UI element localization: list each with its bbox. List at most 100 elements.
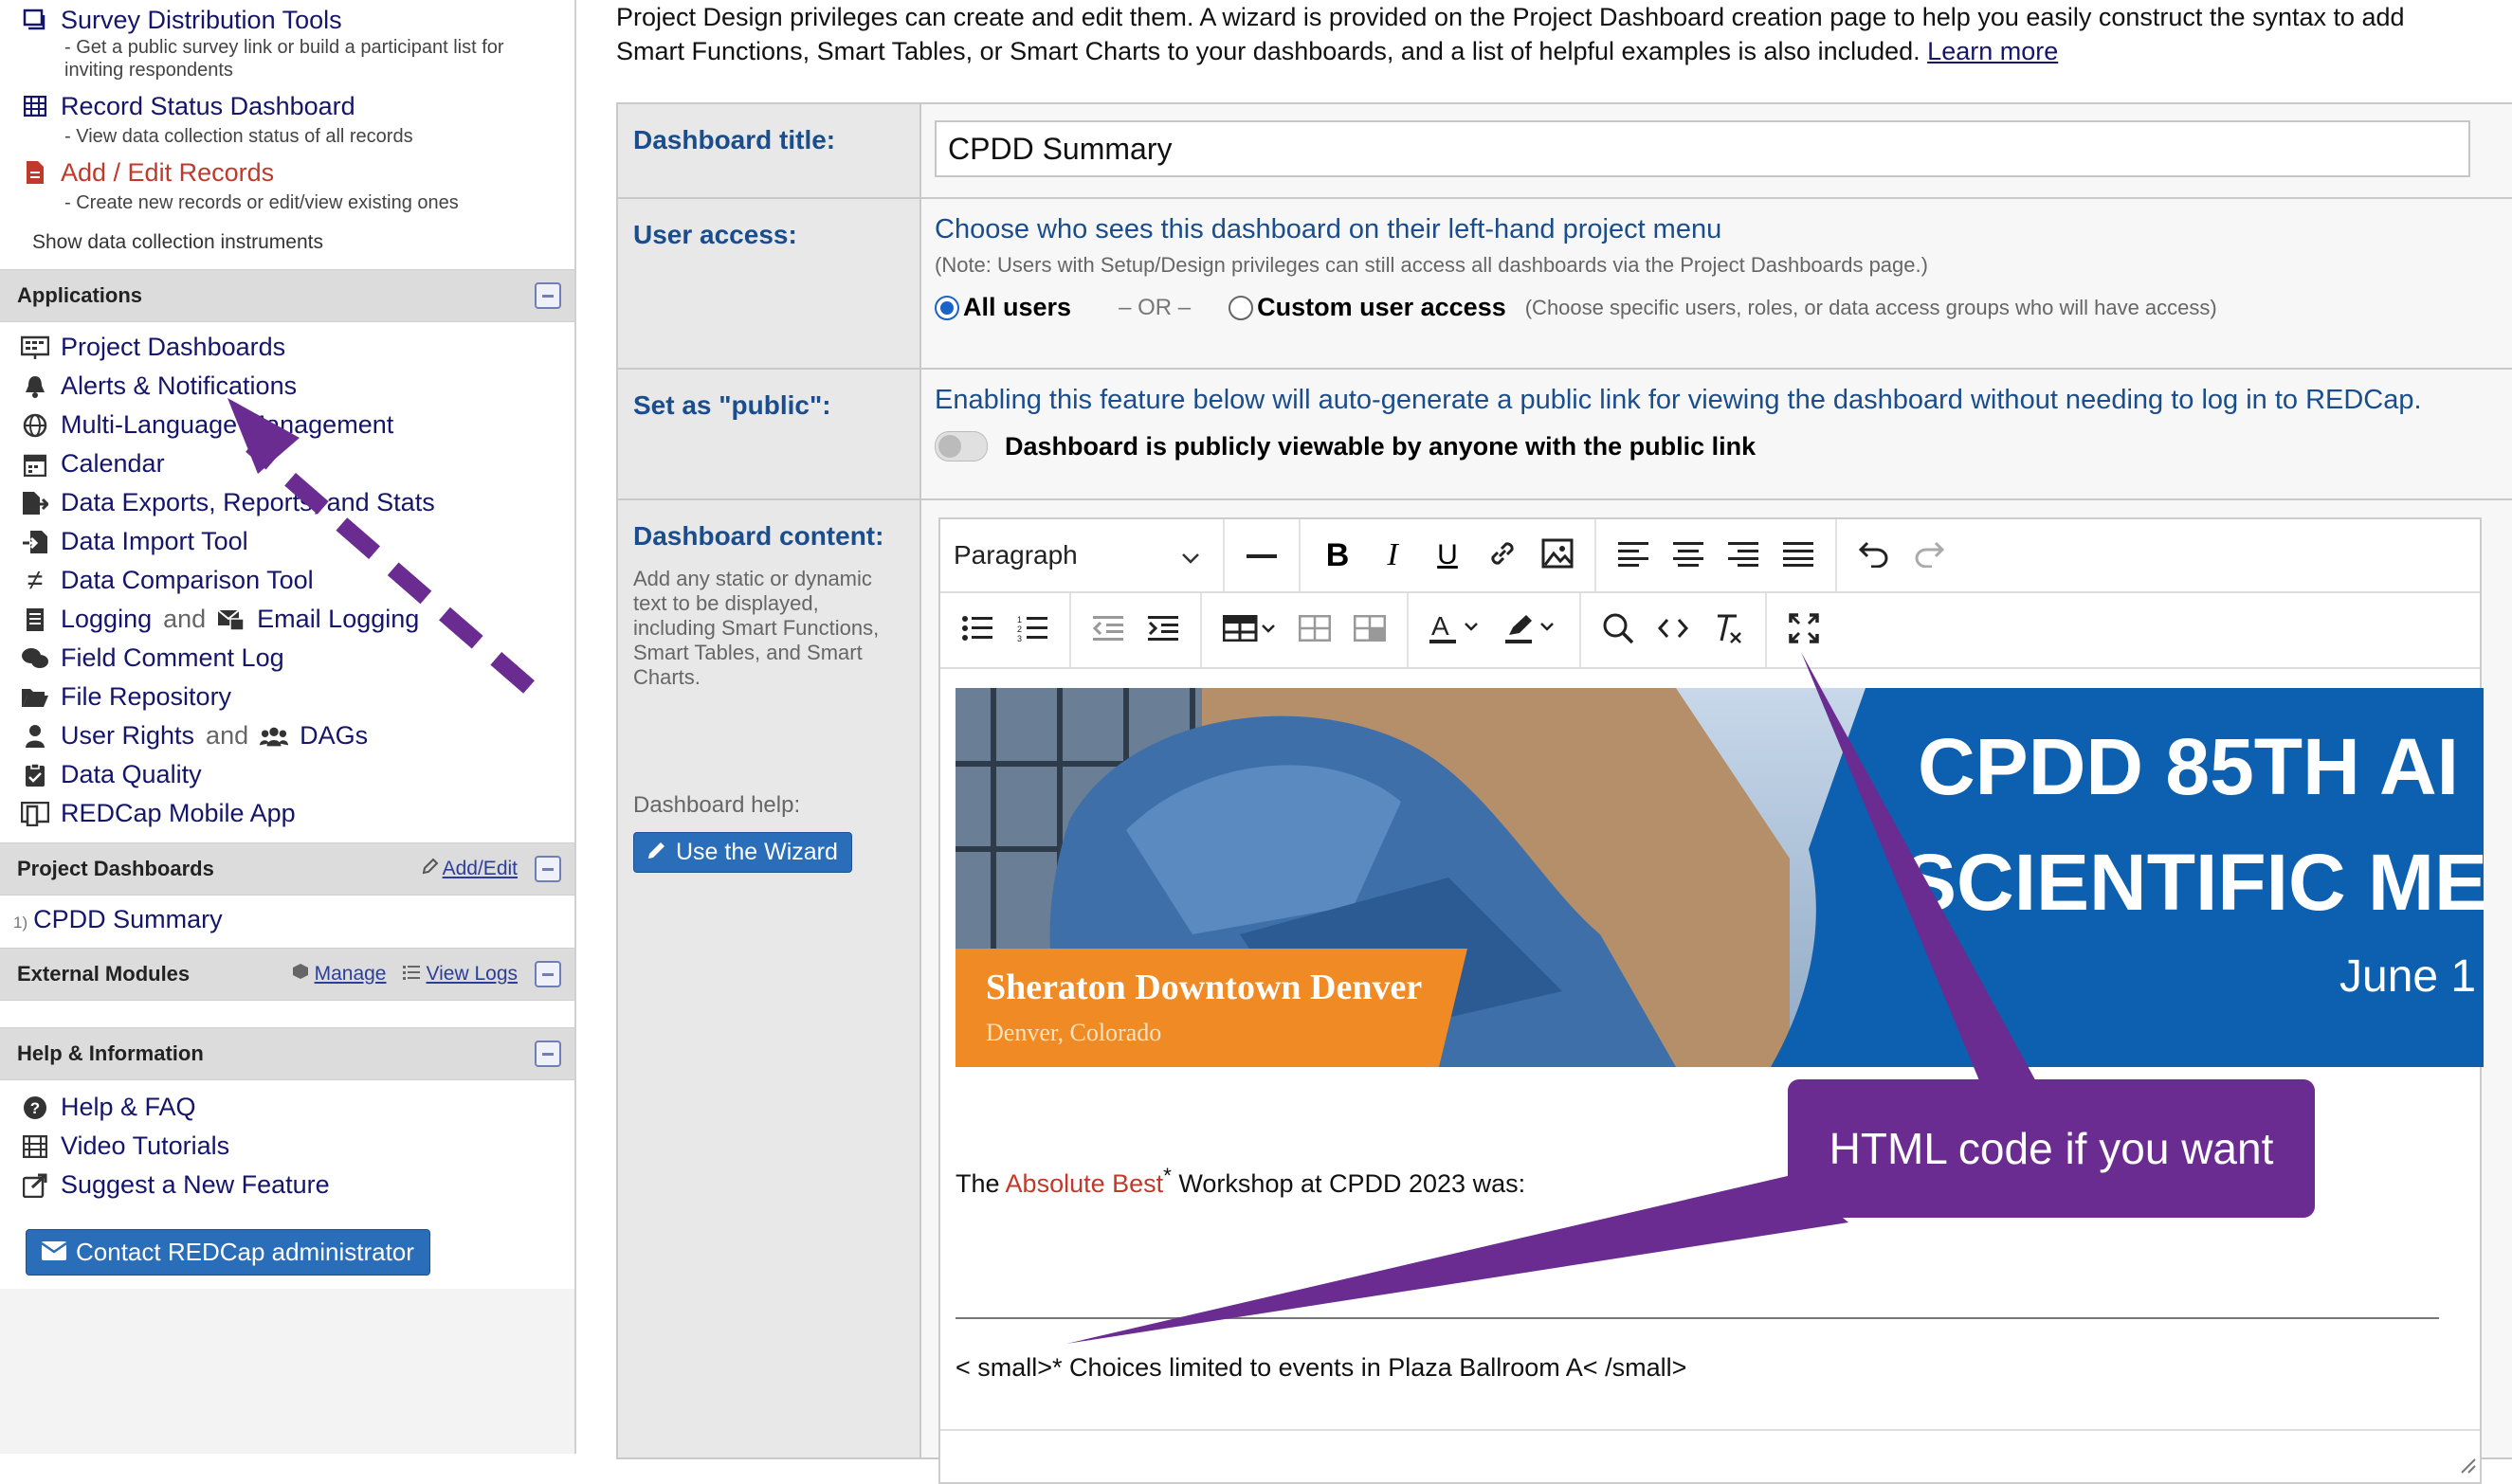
clear-formatting-button[interactable]	[1701, 603, 1756, 658]
bullet-list-button[interactable]	[950, 603, 1005, 658]
sidebar-item-label[interactable]: Suggest a New Feature	[61, 1170, 330, 1200]
italic-button[interactable]: I	[1365, 528, 1420, 583]
email-logging-link[interactable]: Email Logging	[257, 605, 419, 634]
collapse-icon[interactable]	[535, 856, 561, 882]
image-button[interactable]	[1530, 528, 1585, 583]
sidebar-item-label[interactable]: Multi-Language Management	[61, 410, 393, 440]
sidebar-item-label[interactable]: Record Status Dashboard	[61, 92, 355, 121]
text-color-button[interactable]: A	[1418, 603, 1494, 658]
indent-button[interactable]	[1136, 603, 1191, 658]
manage-link[interactable]: Manage	[292, 963, 387, 986]
add-edit-label[interactable]: Add/Edit	[443, 858, 518, 880]
resize-handle-icon[interactable]	[2459, 1457, 2476, 1478]
sidebar-item-add-edit-records[interactable]: Add / Edit Records	[0, 154, 574, 191]
view-logs-label[interactable]: View Logs	[426, 963, 518, 986]
sidebar-item-label[interactable]: Data Quality	[61, 760, 202, 789]
add-edit-link[interactable]: Add/Edit	[422, 858, 518, 880]
sidebar-item-project-dashboards[interactable]: Project Dashboards	[0, 328, 574, 367]
sidebar-item-video-tutorials[interactable]: Video Tutorials	[0, 1127, 574, 1166]
file-export-icon	[21, 489, 49, 517]
show-instruments-link[interactable]: Show data collection instruments	[0, 214, 574, 269]
svg-text:2: 2	[1017, 624, 1022, 634]
sidebar-item-user-rights[interactable]: User Rights and DAGs	[0, 716, 574, 755]
sidebar-item-field-comment-log[interactable]: Field Comment Log	[0, 639, 574, 678]
sidebar-item-data-exports[interactable]: Data Exports, Reports, and Stats	[0, 483, 574, 522]
sidebar-item-label[interactable]: Video Tutorials	[61, 1131, 229, 1161]
sidebar-item-data-quality[interactable]: Data Quality	[0, 755, 574, 794]
manage-label[interactable]: Manage	[315, 963, 387, 986]
learn-more-link[interactable]: Learn more	[1927, 37, 2058, 65]
sidebar-item-label[interactable]: User Rights	[61, 721, 194, 751]
rich-text-editor[interactable]: Paragraph B I U 1 2 3 A CPDD 85TH AI SCI…	[938, 517, 2484, 1484]
sidebar-item-suggest-feature[interactable]: Suggest a New Feature	[0, 1166, 574, 1204]
bold-button[interactable]: B	[1310, 528, 1365, 583]
align-right-button[interactable]	[1716, 528, 1771, 583]
contact-admin-button[interactable]: Contact REDCap administrator	[26, 1229, 430, 1276]
section-title: Applications	[17, 283, 143, 307]
sidebar-item-label[interactable]: Data Exports, Reports, and Stats	[61, 488, 435, 517]
dashboard-list-item[interactable]: 1) CPDD Summary	[13, 905, 574, 934]
dashboard-title-input[interactable]	[935, 120, 2470, 177]
link-button[interactable]	[1475, 528, 1530, 583]
sidebar-item-label[interactable]: Logging	[61, 605, 152, 634]
clipboard-check-icon	[21, 761, 49, 789]
sidebar-item-label[interactable]: Survey Distribution Tools	[61, 6, 342, 35]
justify-button[interactable]	[1771, 528, 1826, 583]
sidebar-item-help-faq[interactable]: ? Help & FAQ	[0, 1088, 574, 1127]
sidebar-item-data-comparison[interactable]: ≠ Data Comparison Tool	[0, 561, 574, 600]
sidebar-item-multi-language[interactable]: Multi-Language Management	[0, 406, 574, 444]
block-format-select[interactable]: Paragraph	[940, 540, 1213, 570]
svg-text:?: ?	[30, 1099, 40, 1117]
collapse-icon[interactable]	[535, 961, 561, 987]
collapse-icon[interactable]	[535, 282, 561, 309]
source-code-button[interactable]	[1646, 603, 1701, 658]
sidebar-item-label[interactable]: Add / Edit Records	[61, 158, 274, 188]
sidebar-item-calendar[interactable]: Calendar	[0, 444, 574, 483]
fullscreen-button[interactable]	[1776, 603, 1831, 658]
sidebar-item-label[interactable]: Calendar	[61, 449, 165, 479]
editor-paragraph[interactable]: The Absolute Best* Workshop at CPDD 2023…	[956, 1164, 1525, 1199]
sidebar-item-alerts[interactable]: Alerts & Notifications	[0, 367, 574, 406]
sidebar-item-label[interactable]: File Repository	[61, 682, 231, 712]
sidebar-item-label[interactable]: Data Import Tool	[61, 527, 248, 556]
table-button[interactable]	[1211, 603, 1287, 658]
sidebar-item-label[interactable]: Help & FAQ	[61, 1093, 196, 1122]
sidebar-item-data-import[interactable]: Data Import Tool	[0, 522, 574, 561]
sidebar-item-survey-distribution[interactable]: Survey Distribution Tools	[0, 4, 574, 36]
user-access-label: User access:	[618, 199, 921, 368]
use-wizard-button[interactable]: Use the Wizard	[633, 832, 852, 873]
public-toggle[interactable]	[935, 431, 988, 461]
view-logs-link[interactable]: View Logs	[403, 963, 518, 986]
table-merge-button[interactable]	[1342, 603, 1397, 658]
horizontal-line-button[interactable]	[1234, 528, 1289, 583]
align-center-button[interactable]	[1661, 528, 1716, 583]
dashboard-link[interactable]: CPDD Summary	[33, 905, 223, 934]
custom-access-radio[interactable]	[1229, 295, 1254, 320]
all-users-radio[interactable]	[935, 295, 959, 320]
outdent-icon	[1092, 615, 1123, 646]
sidebar-item-label[interactable]: Data Comparison Tool	[61, 566, 314, 595]
redo-button[interactable]	[1902, 528, 1957, 583]
outdent-button[interactable]	[1081, 603, 1136, 658]
sidebar-item-file-repository[interactable]: File Repository	[0, 678, 574, 716]
dags-link[interactable]: DAGs	[300, 721, 368, 751]
sidebar-item-record-status[interactable]: Record Status Dashboard	[0, 87, 574, 125]
collapse-icon[interactable]	[535, 1041, 561, 1067]
align-left-button[interactable]	[1606, 528, 1661, 583]
underline-button[interactable]: U	[1420, 528, 1475, 583]
sidebar-item-label[interactable]: Alerts & Notifications	[61, 371, 297, 401]
footnote-paragraph[interactable]: < small>* Choices limited to events in P…	[956, 1353, 1686, 1383]
sidebar-item-mobile-app[interactable]: REDCap Mobile App	[0, 794, 574, 833]
search-button[interactable]	[1591, 603, 1646, 658]
highlight-color-button[interactable]	[1494, 603, 1570, 658]
sidebar-item-label[interactable]: Field Comment Log	[61, 643, 284, 673]
sidebar-item-label[interactable]: Project Dashboards	[61, 333, 285, 362]
undo-button[interactable]	[1847, 528, 1902, 583]
sidebar-item-logging[interactable]: Logging and Email Logging	[0, 600, 574, 639]
table-cell-button[interactable]	[1287, 603, 1342, 658]
sidebar-item-label[interactable]: REDCap Mobile App	[61, 799, 296, 828]
underline-icon: U	[1437, 539, 1458, 570]
applications-header[interactable]: Applications	[0, 269, 574, 322]
numbered-list-button[interactable]: 123	[1005, 603, 1060, 658]
envelope-icon	[41, 1238, 67, 1267]
